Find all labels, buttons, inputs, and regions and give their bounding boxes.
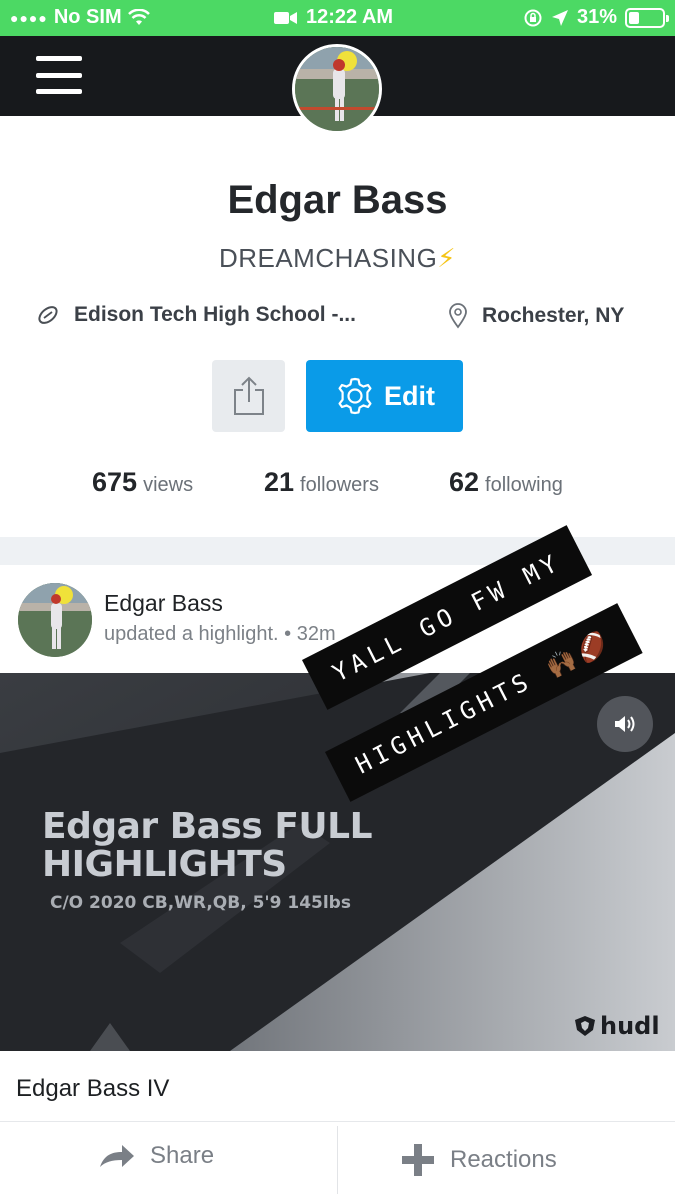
signal-dots-icon: ●●●● bbox=[10, 9, 48, 26]
battery-fill bbox=[629, 11, 639, 24]
share-profile-button[interactable] bbox=[212, 360, 285, 432]
post-action-text: updated a highlight. • 32m bbox=[104, 623, 336, 645]
clock-label: 12:22 AM bbox=[306, 6, 394, 28]
stat-label: following bbox=[485, 474, 563, 496]
stat-value: 21 bbox=[264, 467, 295, 497]
location-info: Rochester, NY bbox=[448, 303, 624, 329]
status-right: 31% bbox=[523, 6, 669, 29]
rotation-lock-icon bbox=[524, 9, 542, 26]
location-name: Rochester, NY bbox=[482, 304, 625, 327]
stat-label: views bbox=[143, 474, 194, 496]
profile-bio: DREAMCHASING⚡ bbox=[0, 243, 675, 274]
stat-views[interactable]: 675 views bbox=[92, 467, 193, 498]
arrow-share-icon bbox=[100, 1145, 134, 1167]
share-post-button[interactable]: Share bbox=[98, 1142, 214, 1170]
stat-value: 62 bbox=[449, 467, 480, 497]
share-upload-icon bbox=[233, 376, 264, 415]
edit-profile-button[interactable]: Edit bbox=[306, 360, 463, 432]
plus-icon bbox=[402, 1144, 434, 1176]
reactions-button[interactable]: Reactions bbox=[400, 1142, 557, 1178]
post-author-avatar[interactable] bbox=[18, 583, 92, 657]
video-subtitle: C/O 2020 CB,WR,QB, 5'9 145lbs bbox=[50, 893, 351, 913]
actions-separator bbox=[337, 1126, 338, 1194]
mute-button[interactable] bbox=[597, 696, 653, 752]
hudl-logo-text: hudl bbox=[600, 1012, 660, 1040]
school-name: Edison Tech High School -... bbox=[74, 303, 356, 326]
actions-divider bbox=[0, 1121, 675, 1122]
status-center: 12:22 AM bbox=[274, 6, 393, 29]
video-title-line1: Edgar Bass FULL bbox=[42, 806, 373, 847]
speaker-icon bbox=[615, 716, 635, 732]
reactions-label: Reactions bbox=[450, 1146, 557, 1173]
stat-following[interactable]: 62 following bbox=[449, 467, 563, 498]
school-info[interactable]: Edison Tech High School -... bbox=[36, 303, 356, 327]
avatar-photo bbox=[18, 583, 92, 657]
video-title: Edgar Bass FULL HIGHLIGHTS bbox=[42, 806, 373, 885]
stat-value: 675 bbox=[92, 467, 138, 497]
stat-followers[interactable]: 21 followers bbox=[264, 467, 379, 498]
share-label: Share bbox=[150, 1142, 215, 1169]
football-icon bbox=[38, 306, 58, 324]
wifi-icon bbox=[127, 8, 150, 25]
status-bar: ●●●● No SIM 12:22 AM 31% bbox=[0, 0, 675, 36]
lightning-emoji: ⚡ bbox=[437, 243, 457, 273]
bio-text: DREAMCHASING bbox=[218, 243, 438, 273]
status-left: ●●●● No SIM bbox=[10, 6, 150, 29]
edit-label: Edit bbox=[384, 380, 435, 411]
video-title-line2: HIGHLIGHTS bbox=[42, 844, 287, 885]
battery-percent: 31% bbox=[576, 6, 617, 28]
hamburger-icon[interactable] bbox=[36, 56, 82, 94]
carrier-label: No SIM bbox=[53, 6, 122, 28]
hudl-logo: hudl bbox=[574, 1012, 660, 1040]
battery-icon bbox=[625, 7, 669, 28]
map-pin-icon bbox=[449, 303, 467, 329]
stat-label: followers bbox=[300, 474, 379, 496]
post-caption: Edgar Bass IV bbox=[16, 1075, 170, 1102]
avatar-photo bbox=[295, 47, 379, 131]
location-arrow-icon bbox=[551, 9, 568, 26]
hudl-shield-icon bbox=[575, 1016, 595, 1036]
post-author-name[interactable]: Edgar Bass bbox=[104, 590, 223, 617]
gear-icon bbox=[338, 377, 372, 415]
video-camera-icon bbox=[274, 11, 297, 24]
profile-name: Edgar Bass bbox=[227, 178, 448, 222]
profile-avatar[interactable] bbox=[292, 44, 382, 134]
